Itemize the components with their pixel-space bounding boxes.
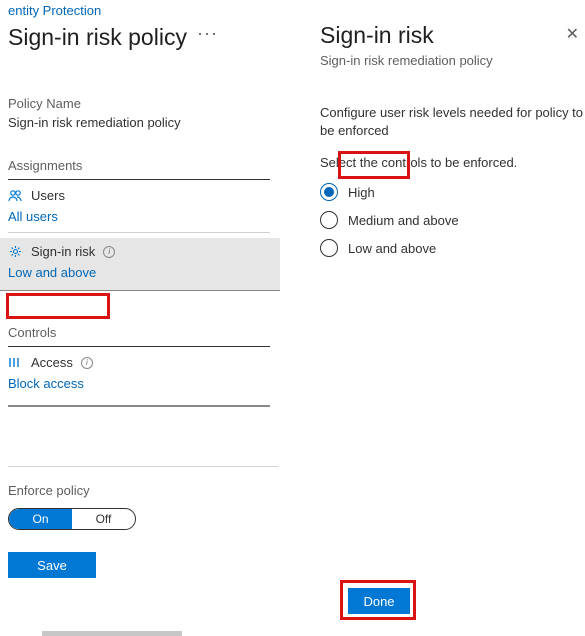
page-title: Sign-in risk policy bbox=[8, 24, 187, 51]
radio-low[interactable]: Low and above bbox=[320, 234, 585, 262]
access-value-link[interactable]: Block access bbox=[8, 372, 270, 391]
access-label: Access bbox=[31, 355, 73, 370]
controls-label: Controls bbox=[8, 325, 270, 347]
close-icon[interactable]: ✕ bbox=[566, 24, 579, 44]
more-icon[interactable]: ··· bbox=[197, 23, 218, 44]
toggle-off: Off bbox=[72, 509, 135, 529]
users-icon bbox=[8, 189, 23, 202]
radio-medium[interactable]: Medium and above bbox=[320, 206, 585, 234]
signin-risk-label: Sign-in risk bbox=[31, 244, 95, 259]
radio-label: High bbox=[348, 185, 375, 200]
panel-title: Sign-in risk bbox=[320, 22, 585, 49]
info-icon[interactable]: i bbox=[81, 357, 93, 369]
enforce-toggle[interactable]: On Off bbox=[8, 508, 136, 530]
breadcrumb[interactable]: entity Protection bbox=[8, 0, 270, 24]
assignments-label: Assignments bbox=[8, 158, 270, 180]
radio-icon bbox=[320, 239, 338, 257]
save-button[interactable]: Save bbox=[8, 552, 96, 578]
users-label: Users bbox=[31, 188, 65, 203]
policy-name-label: Policy Name bbox=[8, 96, 270, 111]
enforce-label: Enforce policy bbox=[8, 483, 278, 498]
signin-risk-row[interactable]: Sign-in risk i bbox=[0, 238, 280, 261]
radio-high[interactable]: High bbox=[320, 178, 585, 206]
radio-icon bbox=[320, 183, 338, 201]
policy-name-value: Sign-in risk remediation policy bbox=[8, 115, 270, 130]
progress-bar bbox=[42, 631, 182, 636]
signin-risk-value-link[interactable]: Low and above bbox=[0, 261, 280, 291]
gear-icon bbox=[8, 245, 23, 258]
select-label: Select the controls to be enforced. bbox=[320, 155, 585, 170]
radio-label: Low and above bbox=[348, 241, 436, 256]
panel-description: Configure user risk levels needed for po… bbox=[320, 104, 585, 139]
radio-icon bbox=[320, 211, 338, 229]
radio-label: Medium and above bbox=[348, 213, 459, 228]
users-value-link[interactable]: All users bbox=[8, 205, 270, 224]
panel-subtitle: Sign-in risk remediation policy bbox=[320, 53, 585, 68]
users-row[interactable]: Users bbox=[8, 180, 270, 205]
access-icon bbox=[8, 356, 23, 369]
info-icon[interactable]: i bbox=[103, 246, 115, 258]
toggle-on: On bbox=[9, 509, 72, 529]
access-row[interactable]: Access i bbox=[8, 347, 270, 372]
done-button[interactable]: Done bbox=[348, 588, 410, 614]
